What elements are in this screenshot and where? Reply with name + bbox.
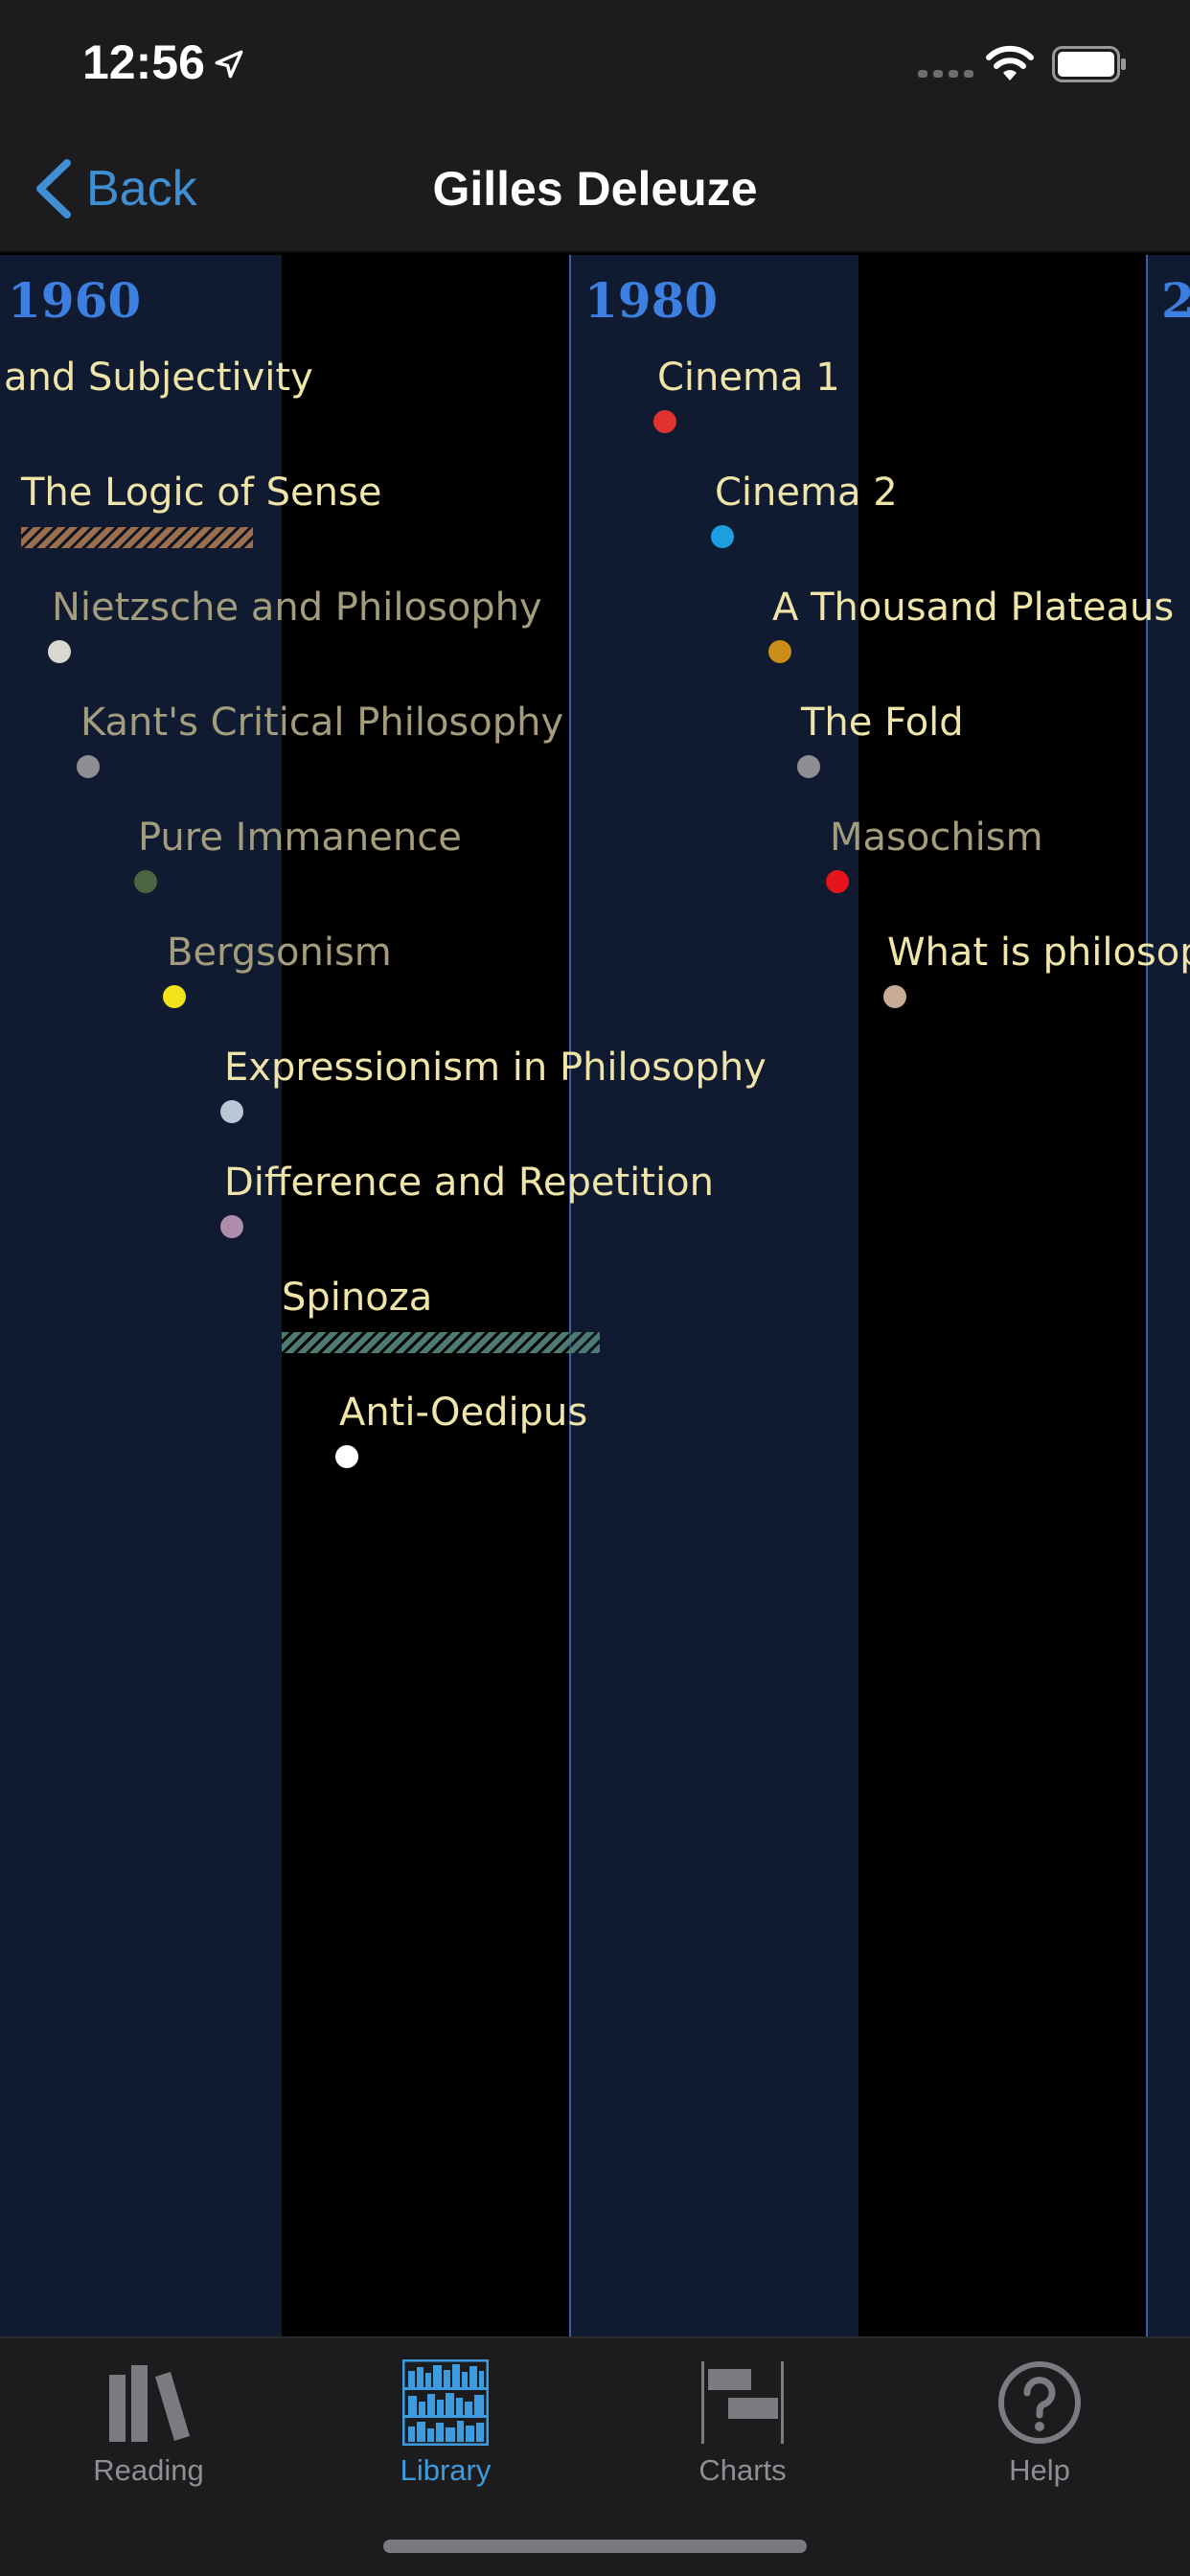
book-item-expressionism-in-philosophy[interactable]: Expressionism in Philosophy xyxy=(224,1045,767,1091)
decade-label-2000: 2 xyxy=(1161,272,1190,329)
book-marker-dot xyxy=(711,525,734,548)
book-marker-dot xyxy=(220,1215,243,1238)
battery-icon xyxy=(1052,46,1126,82)
decade-label-1980: 1980 xyxy=(584,272,719,329)
decade-band xyxy=(571,255,858,2336)
book-title: Bergsonism xyxy=(167,931,392,975)
book-title: Kant's Critical Philosophy xyxy=(80,701,564,745)
book-item-bergsonism[interactable]: Bergsonism xyxy=(167,930,392,976)
book-title: Spinoza xyxy=(282,1276,433,1320)
book-title: and Subjectivity xyxy=(4,356,313,400)
book-title: Anti-Oedipus xyxy=(339,1391,588,1435)
tab-help-label: Help xyxy=(1009,2453,1070,2487)
help-question-icon xyxy=(998,2361,1081,2444)
back-button-label: Back xyxy=(86,161,197,217)
book-title: A Thousand Plateaus xyxy=(772,586,1175,630)
library-shelf-icon xyxy=(402,2359,489,2446)
book-marker-dot xyxy=(883,985,906,1008)
book-item-what-is-philosop[interactable]: What is philosop xyxy=(887,930,1190,976)
book-item-nietzsche-and-philosophy[interactable]: Nietzsche and Philosophy xyxy=(52,585,542,631)
book-title: What is philosop xyxy=(887,931,1190,975)
decade-divider xyxy=(1146,255,1148,2336)
book-marker-dot xyxy=(220,1100,243,1123)
book-marker-dot xyxy=(826,870,849,893)
book-span-bar xyxy=(21,527,253,548)
book-title: The Logic of Sense xyxy=(21,471,382,515)
book-title: Difference and Repetition xyxy=(224,1161,714,1205)
book-title: Expressionism in Philosophy xyxy=(224,1046,767,1090)
book-title: Pure Immanence xyxy=(138,816,462,860)
tab-help[interactable]: Help xyxy=(891,2348,1188,2492)
location-arrow-icon xyxy=(215,50,243,79)
decade-divider xyxy=(569,255,571,2336)
tab-charts[interactable]: Charts xyxy=(594,2348,891,2492)
books-icon xyxy=(109,2365,190,2442)
gantt-chart-icon xyxy=(701,2361,784,2444)
book-item-spinoza[interactable]: Spinoza xyxy=(282,1275,432,1321)
timeline-chart[interactable]: 1960 1980 2 and Subjectivity The Logic of… xyxy=(0,255,1190,2336)
book-item-and-subjectivity[interactable]: and Subjectivity xyxy=(4,355,313,401)
book-marker-dot xyxy=(797,755,820,778)
book-item-difference-and-repetition[interactable]: Difference and Repetition xyxy=(224,1160,714,1206)
home-indicator xyxy=(383,2540,807,2553)
book-title: Cinema 2 xyxy=(715,471,898,515)
status-bar: 12:56 xyxy=(0,0,1190,126)
status-time: 12:56 xyxy=(82,35,205,89)
book-marker-dot xyxy=(163,985,186,1008)
book-item-the-fold[interactable]: The Fold xyxy=(801,700,964,746)
decade-band xyxy=(1148,255,1190,2336)
tab-reading[interactable]: Reading xyxy=(0,2348,297,2492)
cellular-signal-icon xyxy=(918,70,973,78)
book-marker-dot xyxy=(77,755,100,778)
tab-library[interactable]: Library xyxy=(297,2348,594,2492)
book-marker-dot xyxy=(653,410,676,433)
decade-band xyxy=(0,255,282,2336)
book-title: Nietzsche and Philosophy xyxy=(52,586,542,630)
tab-reading-label: Reading xyxy=(93,2453,204,2487)
book-marker-dot xyxy=(335,1445,358,1468)
book-marker-dot xyxy=(768,640,791,663)
book-item-the-logic-of-sense[interactable]: The Logic of Sense xyxy=(21,470,381,516)
book-item-anti-oedipus[interactable]: Anti-Oedipus xyxy=(339,1390,587,1436)
book-title: Masochism xyxy=(830,816,1043,860)
book-item-pure-immanence[interactable]: Pure Immanence xyxy=(138,815,462,861)
book-marker-dot xyxy=(134,870,157,893)
book-item-kant-s-critical-philosophy[interactable]: Kant's Critical Philosophy xyxy=(80,700,563,746)
book-item-masochism[interactable]: Masochism xyxy=(830,815,1043,861)
book-item-cinema-1[interactable]: Cinema 1 xyxy=(657,355,840,401)
book-title: The Fold xyxy=(801,701,964,745)
book-marker-dot xyxy=(48,640,71,663)
wifi-icon xyxy=(986,45,1034,80)
tab-charts-label: Charts xyxy=(698,2453,787,2487)
chevron-left-icon xyxy=(36,159,71,218)
tab-library-label: Library xyxy=(400,2453,492,2487)
book-title: Cinema 1 xyxy=(657,356,840,400)
back-button[interactable]: Back xyxy=(33,155,197,222)
book-item-cinema-2[interactable]: Cinema 2 xyxy=(715,470,898,516)
decade-label-1960: 1960 xyxy=(8,272,142,329)
navigation-bar: Gilles Deleuze Back xyxy=(0,126,1190,253)
book-span-bar xyxy=(282,1332,600,1353)
book-item-a-thousand-plateaus[interactable]: A Thousand Plateaus xyxy=(772,585,1174,631)
